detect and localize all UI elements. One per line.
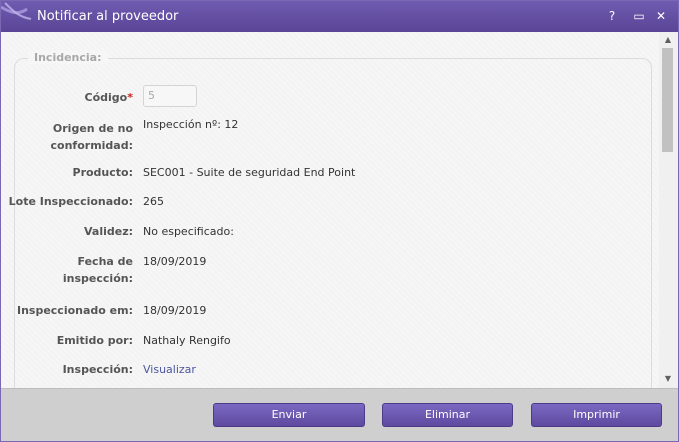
close-button[interactable]: ✕ [653, 8, 669, 24]
app-logo-icon [1, 2, 32, 20]
inspected-lot-label: Lote Inspeccionado: [8, 195, 133, 208]
title-bar[interactable]: Notificar al proveedor ? ▭ ✕ [1, 1, 678, 32]
inspection-date-value: 18/09/2019 [143, 255, 207, 268]
dialog-content: Incidencia: Código* 5 Origen de no confo… [2, 32, 659, 388]
inspection-date-label: Fecha de inspección: [62, 255, 133, 285]
inspection-label: Inspección: [62, 363, 133, 376]
inspected-lot-value: 265 [143, 195, 164, 208]
maximize-button[interactable]: ▭ [631, 8, 647, 24]
validity-value: No especificado: [143, 225, 234, 238]
print-button[interactable]: Imprimir [531, 403, 662, 427]
scroll-down-icon[interactable]: ▼ [663, 374, 673, 384]
scroll-up-icon[interactable]: ▲ [663, 35, 673, 45]
delete-button[interactable]: Eliminar [382, 403, 513, 427]
window-title: Notificar al proveedor [37, 9, 179, 24]
issued-by-value: Nathaly Rengifo [143, 334, 231, 347]
send-button[interactable]: Enviar [213, 403, 365, 427]
help-button[interactable]: ? [604, 8, 620, 24]
required-mark: * [127, 91, 133, 104]
nonconformity-origin-label: Origen de no conformidad: [50, 122, 133, 152]
dialog-footer: Enviar Eliminar Imprimir [1, 388, 678, 441]
notify-supplier-dialog: Notificar al proveedor ? ▭ ✕ Incidencia:… [0, 0, 679, 442]
inspected-on-label: Inspeccionado em: [16, 304, 133, 317]
view-inspection-link[interactable]: Visualizar [143, 362, 196, 378]
incidence-legend: Incidencia: [28, 51, 108, 64]
code-label: Código* [84, 91, 133, 104]
product-value: SEC001 - Suite de seguridad End Point [143, 166, 356, 179]
vertical-scrollbar[interactable]: ▲ ▼ [659, 32, 678, 388]
validity-label: Validez: [83, 225, 133, 238]
product-label: Producto: [72, 166, 133, 179]
code-field[interactable]: 5 [143, 85, 197, 107]
nonconformity-origin-value: Inspección nº: 12 [143, 118, 239, 131]
issued-by-label: Emitido por: [56, 334, 133, 347]
inspected-on-value: 18/09/2019 [143, 304, 207, 317]
scroll-thumb[interactable] [662, 48, 673, 152]
